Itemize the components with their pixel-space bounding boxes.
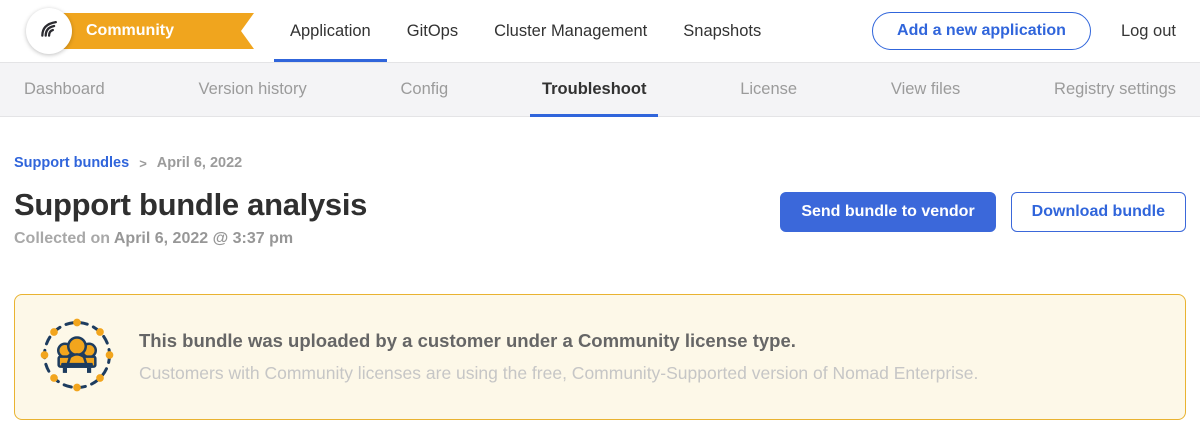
- tab-snapshots-label: Snapshots: [683, 22, 761, 41]
- send-bundle-to-vendor-button[interactable]: Send bundle to vendor: [780, 192, 995, 232]
- subtab-view-files-label: View files: [891, 80, 960, 99]
- replicated-mark-icon: [36, 15, 63, 47]
- breadcrumb-separator: >: [139, 156, 147, 171]
- tab-gitops-label: GitOps: [407, 22, 458, 41]
- main-content: Support bundles > April 6, 2022 Support …: [0, 155, 1200, 420]
- bundle-actions: Send bundle to vendor Download bundle: [780, 192, 1186, 232]
- subtab-troubleshoot-label: Troubleshoot: [542, 80, 647, 99]
- community-edition-badge: Community Edition: [42, 13, 254, 49]
- subtab-config-label: Config: [400, 80, 448, 99]
- logout-link[interactable]: Log out: [1121, 22, 1176, 41]
- title-block: Support bundle analysis Collected on Apr…: [14, 187, 367, 248]
- tab-cluster-management-label: Cluster Management: [494, 22, 647, 41]
- collected-prefix: Collected on: [14, 230, 110, 247]
- breadcrumb: Support bundles > April 6, 2022: [14, 155, 1186, 171]
- subtab-license-label: License: [740, 80, 797, 99]
- download-bundle-button[interactable]: Download bundle: [1011, 192, 1186, 232]
- notice-text: This bundle was uploaded by a customer u…: [139, 330, 978, 384]
- subtab-license[interactable]: License: [738, 63, 799, 116]
- topnav-right: Add a new application Log out: [872, 12, 1176, 50]
- subtab-dashboard[interactable]: Dashboard: [22, 63, 107, 116]
- community-license-notice: This bundle was uploaded by a customer u…: [14, 294, 1186, 420]
- top-navbar: Community Edition Application GitOps Clu…: [0, 0, 1200, 62]
- brand: Community Edition: [14, 0, 254, 62]
- app-logo[interactable]: [26, 8, 72, 54]
- subtab-config[interactable]: Config: [398, 63, 450, 116]
- tab-application[interactable]: Application: [288, 0, 373, 62]
- subtab-dashboard-label: Dashboard: [24, 80, 105, 99]
- tab-gitops[interactable]: GitOps: [405, 0, 460, 62]
- subtab-registry-settings-label: Registry settings: [1054, 80, 1176, 99]
- notice-heading: This bundle was uploaded by a customer u…: [139, 330, 978, 352]
- breadcrumb-current: April 6, 2022: [157, 155, 242, 171]
- community-people-icon: [37, 315, 117, 400]
- page-title: Support bundle analysis: [14, 187, 367, 223]
- primary-tabs: Application GitOps Cluster Management Sn…: [288, 0, 763, 62]
- collected-date: April 6, 2022 @ 3:37 pm: [114, 230, 293, 247]
- add-new-application-button[interactable]: Add a new application: [872, 12, 1091, 50]
- collected-on-line: Collected on April 6, 2022 @ 3:37 pm: [14, 230, 367, 248]
- subtab-registry-settings[interactable]: Registry settings: [1052, 63, 1178, 116]
- subtab-version-history-label: Version history: [199, 80, 307, 99]
- subtab-version-history[interactable]: Version history: [197, 63, 309, 116]
- tab-cluster-management[interactable]: Cluster Management: [492, 0, 649, 62]
- notice-body: Customers with Community licenses are us…: [139, 363, 978, 384]
- subtab-troubleshoot[interactable]: Troubleshoot: [540, 63, 649, 116]
- app-subnav: Dashboard Version history Config Trouble…: [0, 62, 1200, 117]
- subtab-view-files[interactable]: View files: [889, 63, 962, 116]
- tab-application-label: Application: [290, 22, 371, 41]
- breadcrumb-support-bundles-link[interactable]: Support bundles: [14, 155, 129, 171]
- tab-snapshots[interactable]: Snapshots: [681, 0, 763, 62]
- title-row: Support bundle analysis Collected on Apr…: [14, 187, 1186, 248]
